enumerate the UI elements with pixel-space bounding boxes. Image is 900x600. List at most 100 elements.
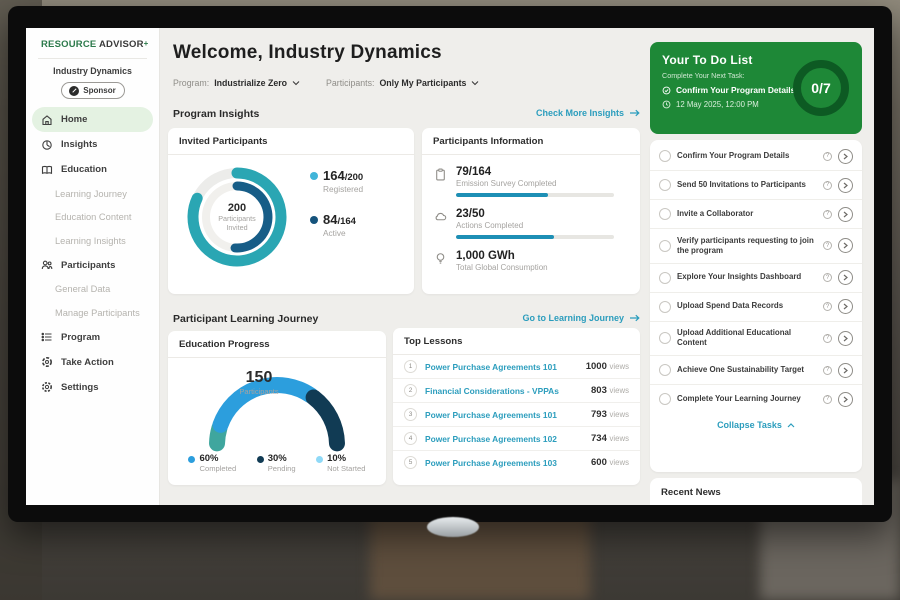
invited-donut-chart: 200 Participants Invited: [182, 162, 292, 272]
lesson-link[interactable]: Power Purchase Agreements 102: [425, 434, 583, 444]
people-icon: [41, 259, 53, 271]
collapse-tasks-link[interactable]: Collapse Tasks: [650, 413, 862, 435]
lesson-link[interactable]: Power Purchase Agreements 101: [425, 362, 578, 372]
sidebar-item-participants[interactable]: Participants: [32, 253, 153, 278]
rank-badge: 3: [404, 408, 417, 421]
task-checkbox[interactable]: [659, 240, 671, 252]
program-insights-heading: Program Insights: [173, 108, 259, 120]
donut-center-value: 200: [228, 202, 246, 214]
task-open-button[interactable]: [838, 178, 853, 193]
task-checkbox[interactable]: [659, 150, 671, 162]
task-open-button[interactable]: [838, 238, 853, 253]
task-open-button[interactable]: [838, 299, 853, 314]
sponsor-icon: [69, 86, 79, 96]
info-icon[interactable]: ?: [823, 366, 832, 375]
task-open-button[interactable]: [838, 363, 853, 378]
lesson-link[interactable]: Power Purchase Agreements 103: [425, 458, 583, 468]
check-more-insights-link[interactable]: Check More Insights: [536, 108, 640, 118]
info-icon[interactable]: ?: [823, 302, 832, 311]
progress-bar: [456, 193, 614, 197]
clock-icon: [662, 100, 671, 109]
sidebar-nav: Home Insights Education Learning Journey…: [26, 107, 159, 400]
chevron-right-icon: [843, 211, 848, 218]
chevron-down-icon: [292, 80, 300, 86]
rank-badge: 5: [404, 456, 417, 469]
legend-dot: [310, 172, 318, 180]
chevron-right-icon: [843, 274, 848, 281]
task-row: Upload Spend Data Records ?: [650, 293, 862, 322]
task-checkbox[interactable]: [659, 208, 671, 220]
sidebar-divider: [38, 58, 147, 59]
legend-dot: [310, 216, 318, 224]
card-title: Invited Participants: [168, 128, 414, 155]
info-icon[interactable]: ?: [823, 210, 832, 219]
sidebar-item-general-data[interactable]: General Data: [26, 278, 159, 302]
lesson-link[interactable]: Power Purchase Agreements 101: [425, 410, 583, 420]
sidebar: RESOURCE ADVISOR+ Industry Dynamics Spon…: [26, 28, 160, 505]
info-icon[interactable]: ?: [823, 152, 832, 161]
info-icon[interactable]: ?: [823, 181, 832, 190]
sidebar-item-program[interactable]: Program: [32, 325, 153, 350]
info-icon[interactable]: ?: [823, 241, 832, 250]
task-checkbox[interactable]: [659, 272, 671, 284]
task-row: Achieve One Sustainability Target ?: [650, 356, 862, 385]
sidebar-item-home[interactable]: Home: [32, 107, 153, 132]
card-title: Top Lessons: [393, 328, 640, 355]
lesson-row: 1 Power Purchase Agreements 101 1000 vie…: [393, 355, 640, 379]
participants-select[interactable]: Only My Participants: [379, 78, 479, 88]
right-panel: Your To Do List Complete Your Next Task:…: [650, 28, 862, 505]
learning-journey-heading: Participant Learning Journey: [173, 313, 318, 325]
sidebar-item-label: Take Action: [61, 357, 114, 368]
action-icon: [41, 356, 53, 368]
app-logo[interactable]: RESOURCE ADVISOR+: [26, 28, 159, 50]
sidebar-item-take-action[interactable]: Take Action: [32, 350, 153, 375]
task-checkbox[interactable]: [659, 179, 671, 191]
chevron-up-icon: [787, 423, 795, 428]
task-open-button[interactable]: [838, 392, 853, 407]
chevron-right-icon: [843, 182, 848, 189]
lesson-link[interactable]: Financial Considerations - VPPAs: [425, 386, 583, 396]
task-open-button[interactable]: [838, 270, 853, 285]
task-checkbox[interactable]: [659, 332, 671, 344]
task-open-button[interactable]: [838, 149, 853, 164]
program-select[interactable]: Industrialize Zero: [214, 78, 300, 88]
insights-icon: [41, 139, 53, 151]
legend-dot: [188, 456, 195, 463]
sidebar-item-education-content[interactable]: Education Content: [26, 206, 159, 230]
sidebar-item-learning-journey[interactable]: Learning Journey: [26, 182, 159, 206]
legend-registered: 164/200 Registered: [310, 168, 363, 194]
top-lessons-card: Top Lessons 1 Power Purchase Agreements …: [393, 328, 640, 485]
chevron-down-icon: [471, 80, 479, 86]
info-icon[interactable]: ?: [823, 334, 832, 343]
sidebar-item-insights[interactable]: Insights: [32, 132, 153, 157]
task-checkbox[interactable]: [659, 393, 671, 405]
lesson-row: 3 Power Purchase Agreements 101 793 view…: [393, 403, 640, 427]
sidebar-item-settings[interactable]: Settings: [32, 375, 153, 400]
legend-active: 84/164 Active: [310, 212, 363, 238]
task-row: Explore Your Insights Dashboard ?: [650, 264, 862, 293]
education-progress-card: Education Progress 150 Participants 60% …: [168, 331, 386, 485]
dashboard-screen: RESOURCE ADVISOR+ Industry Dynamics Spon…: [26, 28, 874, 505]
task-row: Complete Your Learning Journey ?: [650, 385, 862, 413]
task-open-button[interactable]: [838, 331, 853, 346]
sponsor-badge[interactable]: Sponsor: [61, 82, 125, 99]
sidebar-item-label: Program: [61, 332, 100, 343]
stat-actions: 23/50 Actions Completed: [422, 208, 640, 239]
info-icon[interactable]: ?: [823, 273, 832, 282]
info-icon[interactable]: ?: [823, 395, 832, 404]
task-checkbox[interactable]: [659, 301, 671, 313]
sidebar-item-label: Insights: [61, 139, 97, 150]
sidebar-item-learning-insights[interactable]: Learning Insights: [26, 229, 159, 253]
task-open-button[interactable]: [838, 207, 853, 222]
rank-badge: 1: [404, 360, 417, 373]
chevron-right-icon: [843, 367, 848, 374]
sidebar-item-manage-participants[interactable]: Manage Participants: [26, 301, 159, 325]
chevron-right-icon: [843, 396, 848, 403]
gauge-legend: 60% Completed 30% Pending 10% Not Starte…: [168, 453, 386, 473]
sidebar-item-education[interactable]: Education: [32, 157, 153, 182]
go-to-learning-journey-link[interactable]: Go to Learning Journey: [522, 313, 640, 323]
stat-consumption: 1,000 GWh Total Global Consumption: [422, 250, 640, 272]
task-checkbox[interactable]: [659, 364, 671, 376]
progress-bar: [456, 235, 614, 239]
stat-emission-survey: 79/164 Emission Survey Completed: [422, 166, 640, 197]
